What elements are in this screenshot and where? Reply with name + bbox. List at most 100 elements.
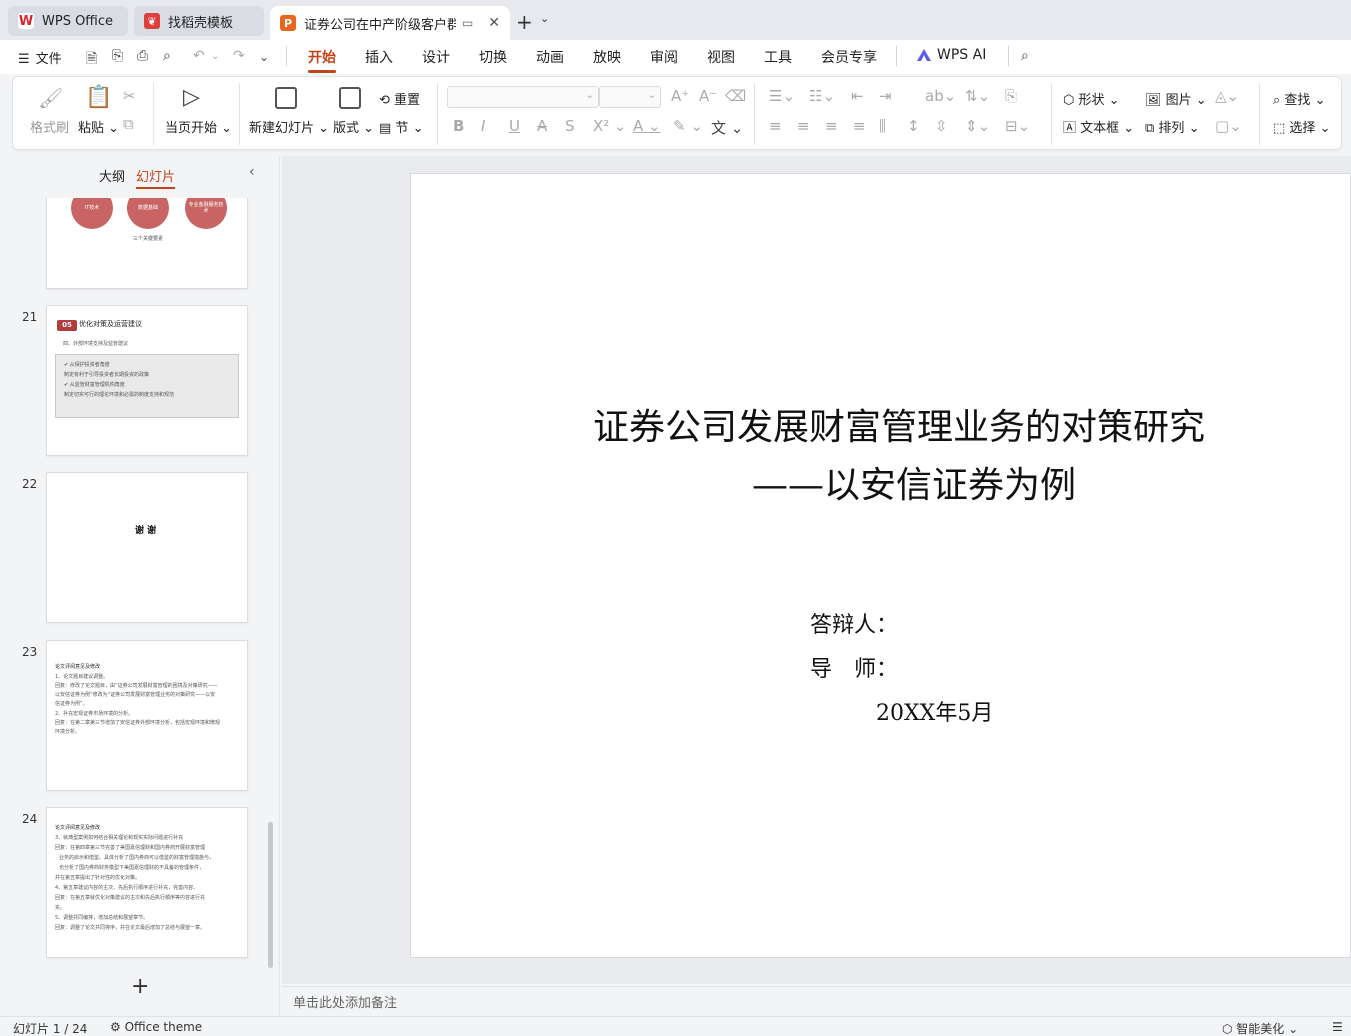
phonetic-icon[interactable]: ⽂ ⌄ <box>711 117 743 138</box>
find-button[interactable]: ⌕ 查找 ⌄ <box>1273 89 1325 108</box>
tab-review[interactable]: 审阅 <box>650 47 678 67</box>
layout-button[interactable]: 版式 ⌄ <box>333 117 374 136</box>
tab-document[interactable]: P 证券公司在中产阶级客户群发展 ▭ ✕ <box>270 6 510 40</box>
font-family-select[interactable]: ⌄ <box>447 86 599 108</box>
picture-button[interactable]: 🖼 图片 ⌄ <box>1145 89 1207 108</box>
date-text[interactable]: 20XX年5月 <box>876 695 993 727</box>
fill-color-icon[interactable]: ◬⌄ <box>1215 87 1239 105</box>
tab-wps-ai[interactable]: WPS AI <box>937 47 986 63</box>
tab-animation[interactable]: 动画 <box>536 47 564 67</box>
align-left-icon[interactable]: ≡ <box>769 117 782 135</box>
add-slide-icon[interactable]: + <box>131 974 149 999</box>
defender-label[interactable]: 答辩人： <box>810 607 898 639</box>
notes-toggle-icon[interactable]: ☰ <box>1332 1020 1343 1034</box>
shadow-icon[interactable]: S <box>565 117 575 135</box>
slide-thumbnail-21[interactable]: 05 优化对策及运营建议 四、外部环境支持及监管建议 ✔ 从保护投资者角度 制定… <box>46 305 248 456</box>
reset-icon: ⟲ <box>379 93 395 108</box>
reset-button[interactable]: ⟲ 重置 <box>379 89 420 108</box>
slide-thumbnail-24[interactable]: 论文评阅意见及修改 3、就典型案例如何结合相关理论和现实实际问题进行补充 回复：… <box>46 807 248 958</box>
tab-view[interactable]: 视图 <box>707 47 735 67</box>
highlight-icon[interactable]: ✎ ⌄ <box>673 117 703 135</box>
tab-transition[interactable]: 切换 <box>479 47 507 67</box>
outline-color-icon[interactable]: ▢⌄ <box>1215 117 1242 135</box>
slide-thumbnail-22[interactable]: 谢 谢 <box>46 472 248 623</box>
panel-scrollbar[interactable] <box>268 822 273 968</box>
close-icon[interactable]: ✕ <box>488 15 500 31</box>
slide-title-line2[interactable]: ——以安信证券为例 <box>752 456 1076 508</box>
bold-icon[interactable]: B <box>453 117 464 135</box>
undo-icon[interactable]: ↶ <box>193 48 205 64</box>
convert-icon[interactable]: ⎘ <box>1005 87 1017 105</box>
collapse-panel-icon[interactable]: ‹ <box>249 164 255 180</box>
select-button[interactable]: ⬚ 选择 ⌄ <box>1273 117 1330 136</box>
increase-indent-icon[interactable]: ⇥ <box>879 87 892 105</box>
clear-format-icon[interactable]: ⌫ <box>725 87 746 105</box>
current-slide[interactable] <box>410 173 1351 958</box>
italic-icon[interactable]: I <box>481 117 485 135</box>
slide-thumbnail-23[interactable]: 论文评阅意见及修改 1、论文题目建议调整。 回复：修改了论文题目，由“证券公司发… <box>46 640 248 791</box>
advisor-label[interactable]: 导 师： <box>810 651 898 683</box>
tab-tools[interactable]: 工具 <box>764 47 792 67</box>
new-slide-button[interactable]: 新建幻灯片 ⌄ <box>249 117 329 136</box>
theme-button[interactable]: ⚙ Office theme <box>110 1020 202 1034</box>
textbox-button[interactable]: 🄰 文本框 ⌄ <box>1063 117 1134 136</box>
start-from-current-button[interactable]: 当页开始 ⌄ <box>165 117 232 136</box>
column-icon[interactable]: ⇕⌄ <box>965 117 990 135</box>
strikethrough-icon[interactable]: A <box>537 117 547 135</box>
bullet-list-icon[interactable]: ☰⌄ <box>769 87 795 105</box>
tab-home[interactable]: 开始 <box>308 47 336 73</box>
vertical-align-icon[interactable]: ⊟⌄ <box>1005 117 1030 135</box>
tab-insert[interactable]: 插入 <box>365 47 393 67</box>
menu-divider <box>896 46 897 66</box>
more-icon[interactable]: ⌄ <box>259 50 269 64</box>
tab-outline[interactable]: 大纲 <box>99 166 125 185</box>
file-menu[interactable]: ☰ 文件 <box>18 48 62 67</box>
print-icon[interactable]: ⎙ <box>137 48 148 64</box>
search-icon[interactable]: ⌕ <box>1021 48 1029 64</box>
sort-icon[interactable]: ⇅⌄ <box>965 87 990 105</box>
undo-dropdown-icon[interactable]: ⌄ <box>211 51 219 62</box>
arrange-button[interactable]: ⧉ 排列 ⌄ <box>1145 117 1199 136</box>
tab-slideshow[interactable]: 放映 <box>593 47 621 67</box>
font-color-icon[interactable]: A ⌄ <box>633 117 661 135</box>
underline-icon[interactable]: U <box>509 117 520 135</box>
new-tab-icon[interactable]: + <box>516 10 533 34</box>
decrease-indent-icon[interactable]: ⇤ <box>851 87 864 105</box>
paste-button[interactable]: 粘贴 ⌄ <box>78 117 119 136</box>
increase-font-icon[interactable]: A⁺ <box>671 87 689 105</box>
section-button[interactable]: ▤ 节 ⌄ <box>379 117 423 136</box>
shape-button[interactable]: ⬡ 形状 ⌄ <box>1063 89 1120 108</box>
ribbon-divider <box>1259 83 1260 145</box>
tab-slides[interactable]: 幻灯片 <box>136 166 176 189</box>
align-right-icon[interactable]: ≡ <box>825 117 838 135</box>
tab-label: WPS Office <box>42 13 114 29</box>
save-icon[interactable]: 🗎 <box>86 48 97 72</box>
justify-icon[interactable]: ≡ <box>853 117 866 135</box>
slide-thumbnail-20[interactable]: IT技术 数据基础 专业金融服务技术 三个关键要素 <box>46 198 248 289</box>
thumb-line: 5、调整共同编排，增加总结和展望章节。 <box>55 915 149 921</box>
format-painter-button[interactable]: 格式刷 <box>30 117 69 136</box>
tab-daoke[interactable]: ❦ 找稻壳模板 <box>134 6 264 36</box>
tab-design[interactable]: 设计 <box>422 47 450 67</box>
distribute-icon[interactable]: ⫼ <box>879 117 886 135</box>
tab-wps-office[interactable]: W WPS Office <box>8 6 128 36</box>
copy-icon[interactable]: ⧉ <box>123 115 134 133</box>
paragraph-spacing-icon[interactable]: ⇳ <box>935 117 948 135</box>
tab-member[interactable]: 会员专享 <box>821 47 877 67</box>
line-spacing-icon[interactable]: ↕ <box>907 117 920 135</box>
slide-title-line1[interactable]: 证券公司发展财富管理业务的对策研究 <box>593 398 1205 450</box>
align-center-icon[interactable]: ≡ <box>797 117 810 135</box>
redo-icon[interactable]: ↷ <box>233 48 245 64</box>
monitor-icon[interactable]: ▭ <box>462 16 473 30</box>
chevron-down-icon[interactable]: ⌄ <box>540 12 549 25</box>
print-preview-icon[interactable]: ⌕ <box>163 48 171 64</box>
notes-pane[interactable]: 单击此处添加备注 <box>282 986 1351 1016</box>
cut-icon[interactable]: ✂ <box>123 87 136 105</box>
export-icon[interactable]: ⎘ <box>112 48 123 64</box>
beautify-button[interactable]: ⬡ 智能美化 ⌄ <box>1222 1020 1298 1036</box>
decrease-font-icon[interactable]: A⁻ <box>699 87 717 105</box>
numbered-list-icon[interactable]: ☷⌄ <box>809 87 835 105</box>
text-direction-icon[interactable]: ab⌄ <box>925 87 956 105</box>
font-size-select[interactable]: ⌄ <box>599 86 661 108</box>
superscript-icon[interactable]: X² ⌄ <box>593 117 627 135</box>
